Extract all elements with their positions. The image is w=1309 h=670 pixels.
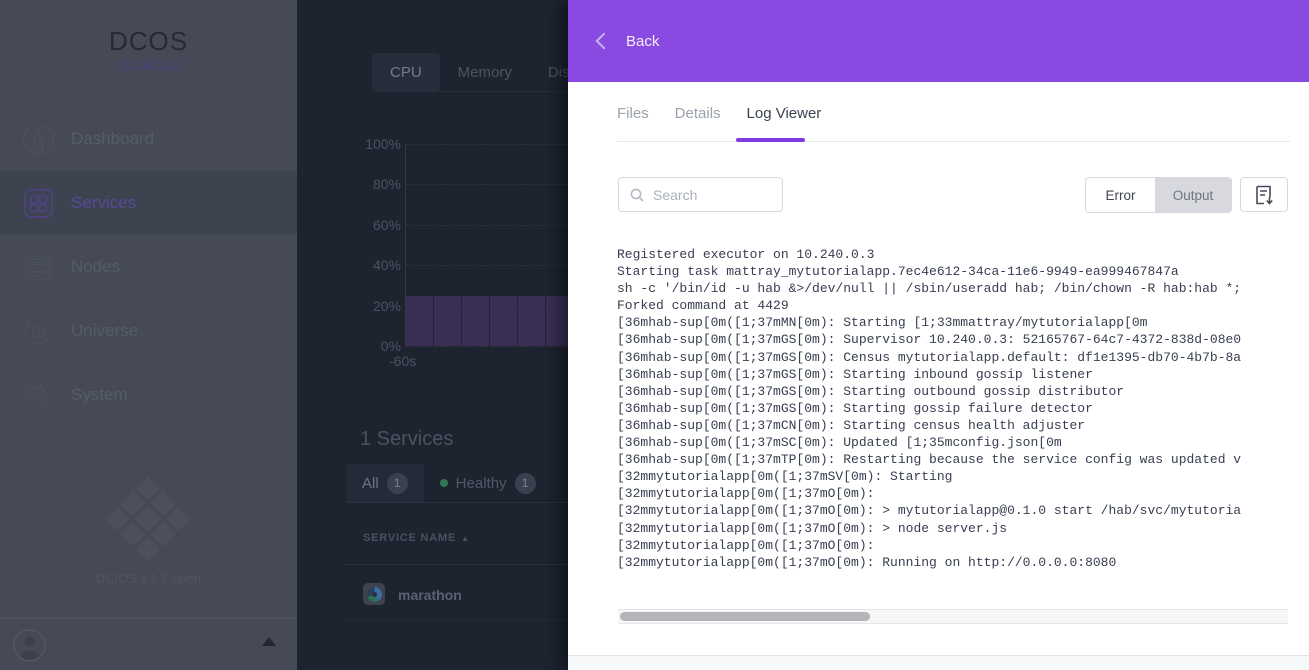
- chart-bar: [518, 296, 545, 347]
- sidebar-item-nodes[interactable]: Nodes: [0, 235, 297, 299]
- chevron-left-icon: [596, 33, 613, 50]
- search-input[interactable]: [653, 187, 768, 203]
- search-icon: [630, 188, 644, 202]
- sidebar-item-label: System: [71, 385, 128, 405]
- brand-title: DCOS: [0, 26, 297, 57]
- chart-bar: [462, 296, 489, 347]
- xtick-start: -60s: [389, 353, 416, 369]
- avatar: [13, 629, 46, 662]
- log-search-box: [618, 177, 783, 212]
- services-page-background: CPU Memory Disk 100% 80% 60% 40% 20% 0% …: [297, 0, 568, 670]
- resource-tabs: CPU Memory Disk: [372, 53, 568, 91]
- universe-icon: [22, 315, 55, 348]
- filter-all-count-badge: 1: [387, 473, 408, 494]
- panel-tabs-divider: [617, 141, 1290, 142]
- panel-header: Back: [568, 0, 1309, 82]
- sidebar-item-dashboard[interactable]: Dashboard: [0, 107, 297, 171]
- sidebar-item-label: Universe: [71, 321, 138, 341]
- ytick: 0%: [357, 338, 401, 354]
- sort-asc-icon: ▲: [461, 534, 470, 543]
- service-row-name[interactable]: marathon: [398, 587, 462, 603]
- output-toggle-button[interactable]: Output: [1155, 178, 1231, 212]
- cluster-host: 10.240.0.2: [0, 58, 297, 73]
- back-label: Back: [626, 33, 659, 50]
- services-icon: [22, 187, 55, 220]
- app-root: DCOS 10.240.0.2 Dashboard Se: [0, 0, 1309, 670]
- sidebar: DCOS 10.240.0.2 Dashboard Se: [0, 0, 297, 670]
- log-text: Registered executor on 10.240.0.3 Starti…: [617, 246, 1290, 571]
- marathon-service-icon: [363, 583, 385, 605]
- chart-bar: [406, 296, 433, 347]
- back-button[interactable]: Back: [598, 33, 659, 50]
- nodes-icon: [22, 251, 55, 284]
- sidebar-item-system[interactable]: System: [0, 363, 297, 427]
- task-detail-panel: Back Files Details Log Viewer Error Outp…: [568, 0, 1309, 670]
- cpu-chart: 100% 80% 60% 40% 20% 0%: [405, 144, 568, 346]
- ytick: 60%: [357, 217, 401, 233]
- jump-to-bottom-button[interactable]: [1240, 177, 1288, 212]
- service-filter-tabs: All 1 Healthy 1: [346, 464, 552, 502]
- sidebar-item-services[interactable]: Services: [0, 171, 297, 235]
- ytick: 40%: [357, 257, 401, 273]
- panel-footer: [568, 655, 1309, 670]
- tab-details[interactable]: Details: [675, 105, 721, 140]
- version-label: DC/OS v.1.7-open: [0, 571, 297, 586]
- filter-all-label: All: [362, 475, 379, 492]
- dcos-logo: [106, 477, 191, 562]
- chart-bar: [490, 296, 517, 347]
- ytick: 20%: [357, 298, 401, 314]
- ytick: 80%: [357, 176, 401, 192]
- tab-cpu[interactable]: CPU: [372, 53, 440, 91]
- active-tab-underline: [736, 138, 805, 142]
- table-header-divider: [346, 564, 568, 565]
- tab-memory[interactable]: Memory: [440, 53, 530, 91]
- resource-tabs-divider: [372, 91, 568, 92]
- panel-tabs: Files Details Log Viewer: [617, 105, 821, 140]
- horizontal-scrollbar[interactable]: [618, 609, 1288, 624]
- sidebar-nav: Dashboard Services: [0, 107, 297, 427]
- ytick: 100%: [357, 136, 401, 152]
- filter-tab-all[interactable]: All 1: [346, 464, 424, 502]
- dashboard-icon: [22, 123, 55, 156]
- chart-bar: [546, 296, 568, 347]
- log-output[interactable]: Registered executor on 10.240.0.3 Starti…: [617, 246, 1290, 578]
- log-download-icon: [1255, 185, 1274, 205]
- system-icon: [22, 379, 55, 412]
- user-menu-caret-icon[interactable]: [262, 637, 276, 646]
- filter-healthy-count-badge: 1: [515, 473, 536, 494]
- tab-log-viewer[interactable]: Log Viewer: [747, 105, 822, 140]
- sidebar-item-label: Services: [71, 193, 136, 213]
- tab-files[interactable]: Files: [617, 105, 649, 140]
- horizontal-scrollbar-thumb[interactable]: [620, 612, 870, 621]
- services-count-heading: 1 Services: [360, 428, 453, 451]
- sidebar-item-label: Dashboard: [71, 129, 154, 149]
- sidebar-item-universe[interactable]: Universe: [0, 299, 297, 363]
- table-header-service-name[interactable]: SERVICE NAME▲: [363, 532, 470, 544]
- log-stream-toggle: Error Output: [1085, 177, 1232, 213]
- sidebar-user-footer[interactable]: [0, 618, 297, 670]
- filter-tab-healthy[interactable]: Healthy 1: [424, 464, 552, 502]
- sidebar-item-label: Nodes: [71, 257, 120, 277]
- filter-tabs-divider: [346, 502, 568, 503]
- error-toggle-button[interactable]: Error: [1086, 178, 1155, 212]
- chart-bars: [406, 144, 568, 346]
- tab-disk[interactable]: Disk: [530, 53, 568, 91]
- filter-healthy-label: Healthy: [456, 475, 507, 492]
- table-row-divider: [346, 620, 568, 621]
- healthy-status-dot: [440, 479, 448, 487]
- chart-bar: [434, 296, 461, 347]
